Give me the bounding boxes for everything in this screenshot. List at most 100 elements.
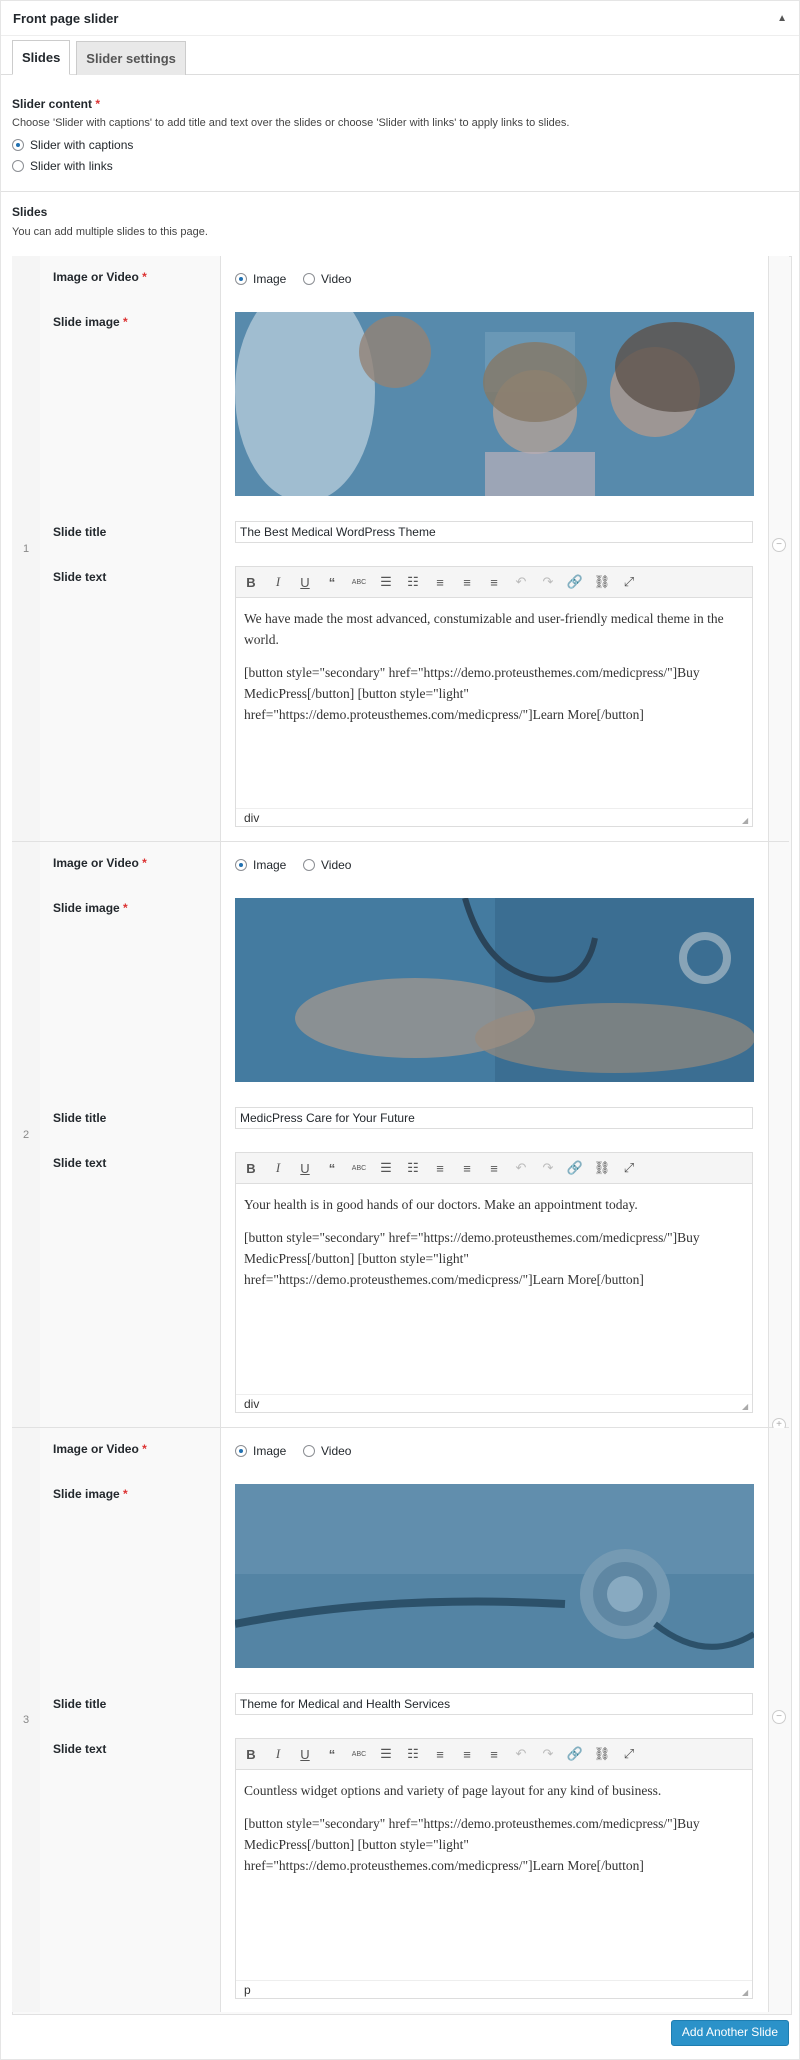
link-icon[interactable]: 🔗	[566, 1159, 584, 1177]
slide-text-editor[interactable]: B I U “ ABC ☰ ☷ ≡ ≡ ≡ ↶ ↷ 🔗 ⛓ ⤢	[235, 1738, 753, 1999]
italic-icon[interactable]: I	[269, 573, 287, 591]
radio-slider-with-captions[interactable]: Slider with captions	[12, 138, 788, 152]
slide-image-preview[interactable]	[235, 312, 754, 496]
align-center-icon[interactable]: ≡	[458, 573, 476, 591]
radio-button[interactable]	[303, 859, 315, 871]
bullet-list-icon[interactable]: ☰	[377, 573, 395, 591]
bullet-list-icon[interactable]: ☰	[377, 1745, 395, 1763]
radio-button-checked[interactable]	[12, 139, 24, 151]
numbered-list-icon[interactable]: ☷	[404, 1745, 422, 1763]
field-value: Image Video	[221, 1428, 770, 1473]
italic-icon[interactable]: I	[269, 1745, 287, 1763]
remove-slide-button[interactable]: −	[772, 1710, 786, 1724]
undo-icon[interactable]: ↶	[512, 1159, 530, 1177]
link-icon[interactable]: 🔗	[566, 1745, 584, 1763]
unlink-icon[interactable]: ⛓	[593, 573, 611, 591]
tab-slides[interactable]: Slides	[12, 40, 71, 75]
fullscreen-icon[interactable]: ⤢	[620, 573, 638, 591]
blockquote-icon[interactable]: “	[323, 1745, 341, 1763]
slide-number[interactable]: 3	[12, 1428, 41, 2012]
undo-icon[interactable]: ↶	[512, 573, 530, 591]
triangle-up-icon[interactable]: ▲	[777, 13, 787, 24]
bold-icon[interactable]: B	[242, 1745, 260, 1763]
element-path[interactable]: div	[244, 1397, 259, 1411]
add-another-slide-button[interactable]: Add Another Slide	[670, 2020, 789, 2046]
slide-title-input[interactable]: Theme for Medical and Health Services	[235, 1693, 753, 1715]
radio-button-checked[interactable]	[235, 1445, 247, 1457]
bold-icon[interactable]: B	[242, 573, 260, 591]
align-right-icon[interactable]: ≡	[485, 1159, 503, 1177]
blockquote-icon[interactable]: “	[323, 573, 341, 591]
slide-title-input[interactable]: The Best Medical WordPress Theme	[235, 521, 753, 543]
align-left-icon[interactable]: ≡	[431, 1159, 449, 1177]
align-right-icon[interactable]: ≡	[485, 573, 503, 591]
field-label: Image or Video *	[40, 1428, 221, 1473]
radio-image[interactable]: Image	[235, 272, 286, 286]
radio-button[interactable]	[303, 273, 315, 285]
field-label-text: Slide image	[53, 1487, 120, 1501]
editor-content[interactable]: Countless widget options and variety of …	[236, 1770, 752, 1898]
radio-video[interactable]: Video	[303, 858, 351, 872]
numbered-list-icon[interactable]: ☷	[404, 1159, 422, 1177]
radio-button[interactable]	[12, 160, 24, 172]
element-path[interactable]: div	[244, 811, 259, 825]
strikethrough-icon[interactable]: ABC	[350, 1745, 368, 1763]
bullet-list-icon[interactable]: ☰	[377, 1159, 395, 1177]
underline-icon[interactable]: U	[296, 1159, 314, 1177]
radio-button-checked[interactable]	[235, 273, 247, 285]
editor-toolbar: B I U “ ABC ☰ ☷ ≡ ≡ ≡ ↶ ↷ 🔗 ⛓ ⤢	[236, 1739, 752, 1770]
resize-grip-icon[interactable]: ◢	[742, 1402, 750, 1411]
slide-text-editor[interactable]: B I U “ ABC ☰ ☷ ≡ ≡ ≡ ↶ ↷ 🔗 ⛓ ⤢	[235, 566, 753, 827]
radio-image[interactable]: Image	[235, 858, 286, 872]
strikethrough-icon[interactable]: ABC	[350, 573, 368, 591]
radio-button[interactable]	[303, 1445, 315, 1457]
slide-number[interactable]: 2	[12, 842, 41, 1427]
slide-number[interactable]: 1	[12, 256, 41, 841]
field-slide-image: Slide image *	[40, 887, 770, 1098]
underline-icon[interactable]: U	[296, 1745, 314, 1763]
resize-grip-icon[interactable]: ◢	[742, 1988, 750, 1997]
unlink-icon[interactable]: ⛓	[593, 1159, 611, 1177]
align-left-icon[interactable]: ≡	[431, 1745, 449, 1763]
panel-header[interactable]: Front page slider ▲	[1, 1, 799, 36]
strikethrough-icon[interactable]: ABC	[350, 1159, 368, 1177]
radio-button-checked[interactable]	[235, 859, 247, 871]
align-center-icon[interactable]: ≡	[458, 1159, 476, 1177]
editor-content[interactable]: Your health is in good hands of our doct…	[236, 1184, 752, 1312]
slide-image-preview[interactable]	[235, 898, 754, 1082]
align-left-icon[interactable]: ≡	[431, 573, 449, 591]
field-label: Slide text	[40, 1728, 221, 2012]
underline-icon[interactable]: U	[296, 573, 314, 591]
field-slide-title: Slide title MedicPress Care for Your Fut…	[40, 1097, 770, 1143]
fullscreen-icon[interactable]: ⤢	[620, 1159, 638, 1177]
undo-icon[interactable]: ↶	[512, 1745, 530, 1763]
align-right-icon[interactable]: ≡	[485, 1745, 503, 1763]
slider-content-label: Slider content *	[12, 97, 788, 111]
redo-icon[interactable]: ↷	[539, 573, 557, 591]
slide-text-editor[interactable]: B I U “ ABC ☰ ☷ ≡ ≡ ≡ ↶ ↷ 🔗 ⛓ ⤢	[235, 1152, 753, 1413]
slider-content-description: Choose 'Slider with captions' to add tit…	[12, 117, 570, 129]
redo-icon[interactable]: ↷	[539, 1159, 557, 1177]
slide-title-input[interactable]: MedicPress Care for Your Future	[235, 1107, 753, 1129]
element-path[interactable]: p	[244, 1983, 251, 1997]
remove-slide-button[interactable]: −	[772, 538, 786, 552]
radio-video[interactable]: Video	[303, 1444, 351, 1458]
resize-grip-icon[interactable]: ◢	[742, 816, 750, 825]
row-actions: −	[768, 1428, 789, 2012]
italic-icon[interactable]: I	[269, 1159, 287, 1177]
radio-image[interactable]: Image	[235, 1444, 286, 1458]
radio-video[interactable]: Video	[303, 272, 351, 286]
align-center-icon[interactable]: ≡	[458, 1745, 476, 1763]
fullscreen-icon[interactable]: ⤢	[620, 1745, 638, 1763]
editor-content[interactable]: We have made the most advanced, constumi…	[236, 598, 752, 747]
blockquote-icon[interactable]: “	[323, 1159, 341, 1177]
link-icon[interactable]: 🔗	[566, 573, 584, 591]
radio-slider-with-links[interactable]: Slider with links	[12, 159, 788, 173]
unlink-icon[interactable]: ⛓	[593, 1745, 611, 1763]
tab-slider-settings[interactable]: Slider settings	[76, 41, 186, 75]
bold-icon[interactable]: B	[242, 1159, 260, 1177]
field-label: Slide image *	[40, 1473, 221, 1683]
slide-image-preview[interactable]	[235, 1484, 754, 1668]
numbered-list-icon[interactable]: ☷	[404, 573, 422, 591]
redo-icon[interactable]: ↷	[539, 1745, 557, 1763]
